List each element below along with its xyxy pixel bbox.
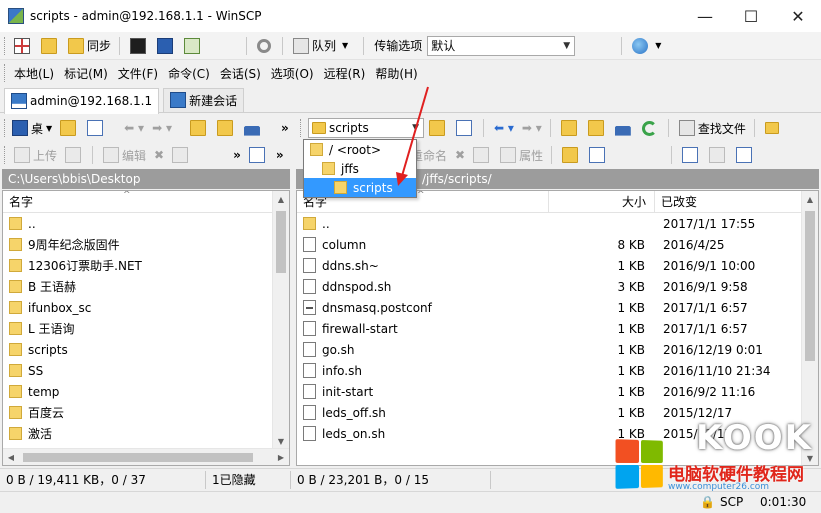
watermark: KOOK 电脑软硬件教程网 www.computer26.com xyxy=(612,418,819,496)
watermark-brand: KOOK xyxy=(696,418,813,458)
remote-status-size: 0 B / 23,201 B，0 / 15 xyxy=(291,470,491,489)
local-status-hidden: 1已隐藏 xyxy=(206,470,291,489)
local-status-size: 0 B / 19,411 KB，0 / 37 xyxy=(0,470,206,489)
annotation-arrow-head xyxy=(396,172,408,186)
windows-logo-icon xyxy=(615,439,663,489)
protocol-label: SCP xyxy=(720,495,744,509)
lock-icon: 🔒 xyxy=(700,495,715,509)
annotation-arrow-line xyxy=(401,86,429,177)
session-timer: 0:01:30 xyxy=(760,495,807,509)
watermark-site-url: www.computer26.com xyxy=(668,482,770,492)
